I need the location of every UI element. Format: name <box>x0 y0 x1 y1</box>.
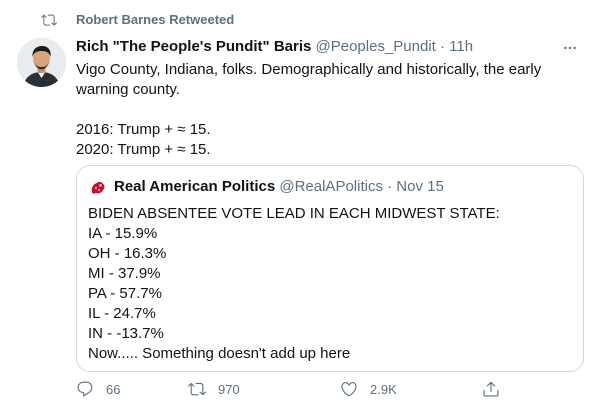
reply-count: 66 <box>106 381 121 397</box>
more-options-icon[interactable] <box>560 40 582 56</box>
quoted-tweet-text: BIDEN ABSENTEE VOTE LEAD IN EACH MIDWEST… <box>88 204 568 364</box>
like-count: 2.9K <box>370 381 397 397</box>
retweet-icon <box>188 380 206 398</box>
author-avatar[interactable] <box>17 38 66 87</box>
tweet-header: Rich "The People's Pundit" Baris @People… <box>76 38 582 58</box>
quoted-tweet[interactable]: Real American Politics @RealAPolitics · … <box>76 165 584 372</box>
quoted-tweet-header: Real American Politics @RealAPolitics · … <box>114 178 444 195</box>
share-icon <box>482 380 500 398</box>
quoted-text-line: IN - -13.7% <box>88 325 164 342</box>
quoted-text-line: IA - 15.9% <box>88 225 158 242</box>
separator-dot: · <box>440 38 445 55</box>
quoted-text-line: BIDEN ABSENTEE VOTE LEAD IN EACH MIDWEST… <box>88 205 500 222</box>
quoted-text-line: Now..... Something doesn't add up here <box>88 345 351 362</box>
quoted-text-line: IL - 24.7% <box>88 305 156 322</box>
tweet-text-blank-line <box>76 100 566 120</box>
quoted-text-line: OH - 16.3% <box>88 245 167 262</box>
tweet-text: Vigo County, Indiana, folks. Demographic… <box>76 60 566 160</box>
tweet-timestamp[interactable]: 11h <box>449 38 473 55</box>
reply-button[interactable]: 66 <box>76 378 120 400</box>
quoted-text-line: PA - 57.7% <box>88 285 162 302</box>
retweet-icon <box>40 12 58 28</box>
quoted-author-handle: @RealAPolitics <box>279 178 383 195</box>
retweeted-by-text[interactable]: Robert Barnes Retweeted <box>76 12 234 27</box>
author-handle[interactable]: @Peoples_Pundit <box>316 38 436 55</box>
share-button[interactable] <box>482 378 500 400</box>
quoted-tweet-timestamp: Nov 15 <box>396 178 444 195</box>
retweet-button[interactable]: 970 <box>188 378 240 400</box>
heart-icon <box>340 380 358 398</box>
retweet-count: 970 <box>218 381 240 397</box>
tweet-text-line: 2016: Trump + ≈ 15. <box>76 121 211 138</box>
like-button[interactable]: 2.9K <box>340 378 397 400</box>
separator-dot: · <box>387 178 393 195</box>
tweet-text-line: 2020: Trump + ≈ 15. <box>76 141 211 158</box>
tweet-text-line: warning county. <box>76 81 180 98</box>
tweet-text-line: Vigo County, Indiana, folks. Demographic… <box>76 61 542 78</box>
quoted-text-line: MI - 37.9% <box>88 265 161 282</box>
reply-icon <box>76 380 94 398</box>
tweet-action-bar: 66 970 2.9K <box>70 378 590 400</box>
quoted-author-name: Real American Politics <box>114 178 276 195</box>
author-name[interactable]: Rich "The People's Pundit" Baris <box>76 38 311 55</box>
quoted-author-avatar <box>88 178 108 198</box>
